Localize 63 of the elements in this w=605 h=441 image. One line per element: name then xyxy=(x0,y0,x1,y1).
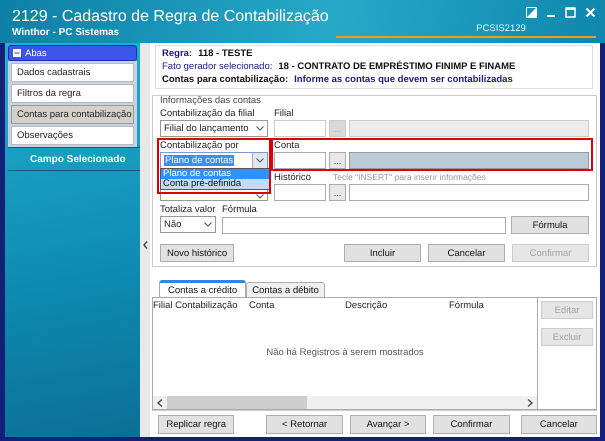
account-code-field[interactable] xyxy=(274,152,326,169)
formula-button[interactable]: Fórmula xyxy=(511,216,589,234)
field-hint: Tecle "INSERT" para inserir informações xyxy=(332,172,486,182)
field-label: Contabilização por xyxy=(160,139,240,152)
window-title: 2129 - Cadastro de Regra de Contabilização xyxy=(12,7,329,27)
summary-label: Regra: xyxy=(162,48,192,60)
dropdown-option[interactable]: Conta pré-definida xyxy=(161,179,269,189)
field-label: Totaliza valor xyxy=(160,203,216,216)
column-header[interactable]: Descrição xyxy=(345,300,449,310)
program-code: PCSIS2129 xyxy=(336,22,596,38)
scroll-right-icon[interactable] xyxy=(527,398,533,406)
account-lookup-button[interactable]: ... xyxy=(329,152,346,169)
field-label: Conta xyxy=(274,139,300,152)
sidebar-item[interactable]: Observações xyxy=(11,126,134,145)
footer-button[interactable]: Replicar regra xyxy=(158,415,234,434)
tab[interactable]: Contas a débito xyxy=(246,282,325,297)
chevron-icon xyxy=(256,158,264,163)
scrollbar-thumb[interactable] xyxy=(167,396,307,409)
summary-value: 118 - TESTE xyxy=(198,48,252,60)
action-button[interactable]: Incluir xyxy=(344,244,421,262)
chevron-icon xyxy=(256,194,264,199)
sidebar-item[interactable]: Filtros da regra xyxy=(11,84,134,103)
chevron-icon xyxy=(256,126,264,131)
empty-message: Não há Registros à serem mostrados xyxy=(266,347,424,360)
field-label: Contabilização da filial xyxy=(160,107,256,120)
collapse-icon xyxy=(13,49,21,57)
column-header[interactable]: Fórmula xyxy=(449,300,484,310)
sidebar-item[interactable]: Dados cadastrais xyxy=(11,63,134,82)
section-header[interactable]: Abas xyxy=(8,45,137,61)
tab[interactable]: Contas a crédito xyxy=(159,280,246,297)
field-label: Fórmula xyxy=(222,203,258,216)
window-subtitle: Winthor - PC Sistemas xyxy=(12,27,120,38)
column-header[interactable]: Conta xyxy=(249,300,345,310)
field-label: Histórico xyxy=(274,171,311,184)
chevron-icon xyxy=(204,222,212,227)
horizontal-scrollbar[interactable] xyxy=(153,396,537,409)
summary-value: 18 - CONTRATO DE EMPRÉSTIMO FINIMP E FINAME xyxy=(278,61,516,73)
action-button[interactable]: Cancelar xyxy=(428,244,505,262)
summary-label: Contas para contabilização: xyxy=(162,74,288,86)
history-code-field[interactable] xyxy=(274,184,326,201)
totalize-select[interactable]: Não xyxy=(160,216,216,233)
branch-code-field[interactable] xyxy=(274,120,326,137)
new-history-button[interactable]: Novo histórico xyxy=(160,244,234,262)
section-label: Abas xyxy=(25,48,47,58)
footer-button[interactable]: Avançar > xyxy=(350,415,426,434)
footer-button[interactable]: Confirmar xyxy=(433,415,510,434)
sidebar-item[interactable]: Contas para contabilização xyxy=(11,105,134,124)
summary-label: Fato gerador selecionado: xyxy=(162,61,272,73)
field-label: Filial xyxy=(274,107,295,120)
footer-button[interactable]: < Retornar xyxy=(266,415,343,434)
scroll-left-icon[interactable] xyxy=(157,398,163,406)
group-legend: Informações das contas xyxy=(160,95,589,107)
footer-button[interactable]: Cancelar xyxy=(520,415,598,434)
restore-icon[interactable] xyxy=(526,7,537,18)
panel-title: Campo Selecionado xyxy=(8,147,140,171)
history-text-field[interactable] xyxy=(349,184,589,201)
column-header[interactable]: Filial Contabilização xyxy=(153,300,249,310)
branch-mode-select[interactable]: Filial do lançamento xyxy=(160,120,268,137)
maximize-icon[interactable] xyxy=(565,7,576,18)
history-lookup-button[interactable]: ... xyxy=(329,184,346,201)
summary-value: Informe as contas que devem ser contabilizadas xyxy=(294,74,513,86)
close-icon[interactable] xyxy=(585,7,596,18)
formula-field[interactable] xyxy=(222,216,506,234)
